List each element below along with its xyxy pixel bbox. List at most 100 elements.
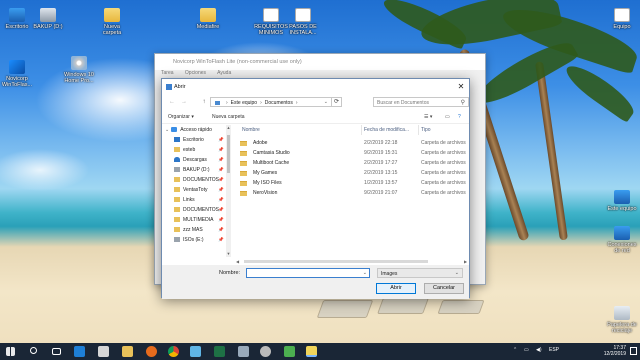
app-icon — [166, 84, 172, 90]
nav-item-bakup[interactable]: BAKUP (D:) 📌 — [162, 165, 224, 175]
open-file-dialog[interactable]: Abrir ✕ ← → ↑ › Este equipo › Documentos › ⌄… — [161, 78, 470, 299]
settings-icon[interactable] — [260, 346, 271, 357]
file-name: Adobe — [253, 140, 268, 146]
desktop-icon-este-equipo[interactable]: Este equipo — [605, 190, 639, 212]
disc-icon — [71, 56, 87, 70]
menu-opciones[interactable]: Opciones — [185, 70, 206, 76]
nav-item-zzz-mas[interactable]: zzz MAS 📌 — [162, 225, 224, 235]
chevron-up-icon[interactable]: ⌃ — [513, 347, 517, 353]
desktop-icon-requisitos[interactable]: REQUISITOS MINIMOS — [254, 8, 288, 36]
file-row[interactable]: My ISO Files 1/2/2019 13:57 Carpeta de a… — [236, 178, 470, 188]
file-row[interactable]: Multiboot Cache 2/2/2019 17:27 Carpeta d… — [236, 158, 470, 168]
cancel-button[interactable]: Cancelar — [424, 283, 464, 294]
column-header-date[interactable]: Fecha de modifica... — [364, 125, 419, 135]
scrollbar-thumb[interactable] — [244, 260, 428, 263]
desktop-icon-conexiones[interactable]: Conexiones de red — [605, 226, 639, 254]
nav-item-acceso-rapido[interactable]: ⌄ Acceso rápido — [162, 125, 224, 135]
desktop-icon-nueva-carpeta[interactable]: Nueva carpeta — [95, 8, 129, 36]
desktop-icon-equipo[interactable]: Equipo — [605, 8, 639, 30]
address-sep: › — [226, 100, 228, 106]
scroll-left-icon[interactable]: ◀ — [236, 259, 239, 264]
desktop-icon-papelera[interactable]: Papelera de reciclaje — [605, 306, 639, 334]
menu-ayuda[interactable]: Ayuda — [217, 70, 231, 76]
scroll-down-icon[interactable]: ▼ — [226, 251, 231, 256]
file-row[interactable]: NeroVision 9/2/2019 21:07 Carpeta de arc… — [236, 188, 470, 198]
start-icon[interactable] — [6, 347, 15, 356]
language-indicator[interactable]: ESP — [549, 347, 559, 353]
scroll-up-icon[interactable]: ▲ — [226, 125, 231, 130]
file-row[interactable]: My Games 2/2/2019 13:15 Carpeta de archi… — [236, 168, 470, 178]
palm-trunk — [534, 61, 568, 241]
desktop-icon-escritorio[interactable]: Escritorio — [0, 8, 34, 30]
search-icon[interactable] — [30, 347, 37, 354]
nav-item-esteb[interactable]: esteb 📌 — [162, 145, 224, 155]
pin-icon: 📌 — [218, 177, 224, 182]
nav-item-documentos-2[interactable]: DOCUMENTOS 📌 — [162, 205, 224, 215]
nav-item-ventastoty[interactable]: VentasToty 📌 — [162, 185, 224, 195]
column-header-name[interactable]: Nombre — [242, 125, 362, 135]
nav-item-documentos[interactable]: DOCUMENTOS 📌 — [162, 175, 224, 185]
system-clock[interactable]: 17:37 12/2/2019 — [604, 345, 626, 357]
breadcrumb-este-equipo[interactable]: Este equipo — [231, 100, 257, 106]
network-icon[interactable] — [238, 346, 249, 357]
chrome-icon[interactable] — [168, 346, 179, 357]
nav-item-multimedia[interactable]: MULTIMEDIA 📌 — [162, 215, 224, 225]
excel-icon[interactable] — [214, 346, 225, 357]
help-icon[interactable]: ? — [458, 114, 461, 120]
nav-item-links[interactable]: Links 📌 — [162, 195, 224, 205]
address-sep: › — [295, 100, 298, 106]
network-tray-icon[interactable]: ▭ — [524, 347, 529, 353]
pin-icon: 📌 — [218, 207, 224, 212]
wintoflash-taskbar-icon[interactable] — [306, 346, 317, 357]
refresh-button[interactable]: ⟳ — [332, 97, 342, 107]
task-view-icon[interactable] — [52, 348, 61, 355]
nav-pane-scrollbar[interactable]: ▲ ▼ — [226, 125, 231, 257]
file-explorer-icon[interactable] — [122, 346, 133, 357]
chevron-down-icon[interactable]: ⌄ — [324, 99, 328, 105]
folder-icon — [174, 207, 180, 212]
menu-tarea[interactable]: Tarea — [161, 70, 174, 76]
mail-icon[interactable] — [98, 346, 109, 357]
organize-button[interactable]: Organizar ▾ — [168, 114, 194, 120]
folder-icon — [174, 177, 180, 182]
back-button[interactable]: ← — [168, 98, 176, 107]
column-header-type[interactable]: Tipo — [421, 125, 469, 135]
nav-item-isos[interactable]: ISOs (E:) 📌 — [162, 235, 224, 245]
preview-pane-icon[interactable]: ▭ — [445, 114, 450, 120]
view-options-icon[interactable]: ☰ ▾ — [424, 114, 432, 120]
paint-icon[interactable] — [190, 346, 201, 357]
volume-icon[interactable]: ◀) — [536, 347, 542, 353]
dialog-titlebar[interactable]: Abrir ✕ — [162, 79, 469, 95]
desktop-icon-bakup[interactable]: BAKUP (D:) — [31, 8, 65, 30]
app-icon[interactable] — [284, 346, 295, 357]
beach-chair — [437, 300, 485, 314]
breadcrumb-documentos[interactable]: Documentos — [265, 100, 293, 106]
file-name: My Games — [253, 170, 278, 176]
file-row[interactable]: Adobe 2/2/2019 22:18 Carpeta de archivos — [236, 138, 470, 148]
address-bar[interactable]: › Este equipo › Documentos › ⌄ — [210, 97, 332, 107]
firefox-icon[interactable] — [146, 346, 157, 357]
scrollbar-thumb[interactable] — [227, 135, 230, 173]
desktop-icon-windows10[interactable]: Windows 10 Home Pro... — [62, 56, 96, 84]
forward-button[interactable]: → — [180, 98, 188, 107]
desktop-icon-mediafire[interactable]: Mediafire — [191, 8, 225, 30]
open-button[interactable]: Abrir — [376, 283, 416, 294]
nav-item-escritorio[interactable]: Escritorio 📌 — [162, 135, 224, 145]
desktop-icon-pasos[interactable]: PASOS DE INSTALA... — [286, 8, 320, 36]
filename-input[interactable]: ⌄ — [246, 268, 370, 278]
scroll-right-icon[interactable]: ▶ — [464, 259, 467, 264]
new-folder-button[interactable]: Nueva carpeta — [212, 114, 245, 120]
notification-icon[interactable] — [630, 347, 637, 355]
chevron-down-icon[interactable]: ⌄ — [363, 270, 367, 276]
nav-item-descargas[interactable]: Descargas 📌 — [162, 155, 224, 165]
close-icon[interactable]: ✕ — [456, 82, 466, 92]
file-list-hscrollbar[interactable]: ◀ ▶ — [236, 259, 470, 264]
file-name: My ISO Files — [253, 180, 282, 186]
desktop-icon-wintoflash[interactable]: Novicorp WinToFlas... — [0, 60, 34, 88]
file-type-filter[interactable]: Images ⌄ — [377, 268, 463, 278]
up-button[interactable]: ↑ — [200, 98, 208, 107]
search-input[interactable]: Buscar en Documentos ⚲ — [373, 97, 469, 107]
edge-icon[interactable] — [74, 346, 85, 357]
file-row[interactable]: Camtasia Studio 9/2/2019 15:31 Carpeta d… — [236, 148, 470, 158]
folder-icon — [174, 227, 180, 232]
